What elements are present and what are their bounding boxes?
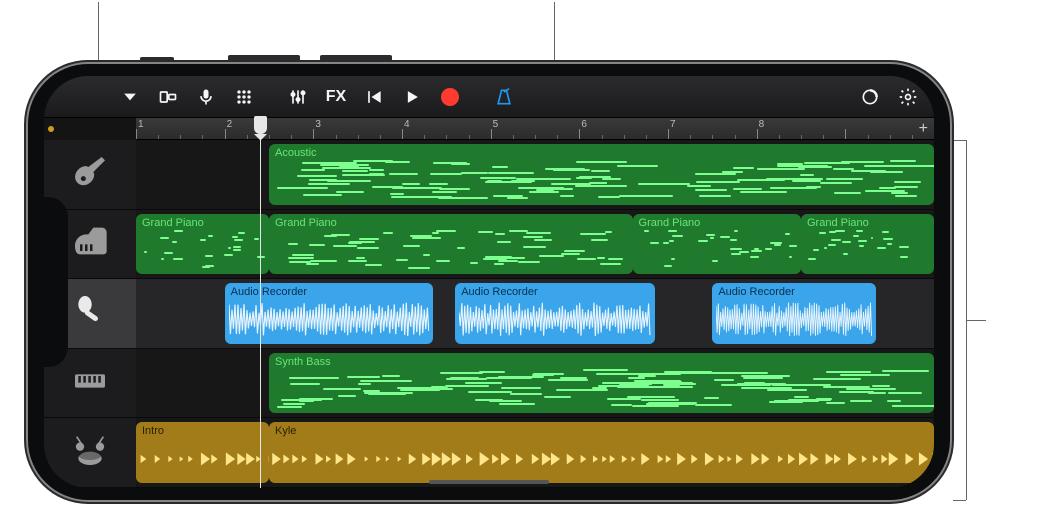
view-menu-button[interactable] <box>114 82 146 112</box>
callout-line <box>953 140 966 141</box>
region-audio[interactable]: Audio Recorder <box>712 283 876 344</box>
record-button[interactable] <box>434 82 466 112</box>
region-audio[interactable]: Audio Recorder <box>455 283 655 344</box>
metronome-button[interactable] <box>488 82 520 112</box>
track-lane[interactable]: Grand Piano Grand Piano Grand Piano Grand P… <box>136 210 934 280</box>
settings-button[interactable] <box>892 82 924 112</box>
go-to-beginning-button[interactable] <box>358 82 390 112</box>
ruler-bar-label: 4 <box>404 119 410 130</box>
region-label: Grand Piano <box>275 217 627 229</box>
notch <box>44 197 68 367</box>
ruler-bar-label: 2 <box>227 119 233 130</box>
loop-browser-button[interactable] <box>854 82 886 112</box>
phone-side-button <box>228 55 300 62</box>
control-bar: FX <box>44 76 934 118</box>
ruler-bar-label: 6 <box>581 119 587 130</box>
region-label: Audio Recorder <box>718 286 870 298</box>
region-label: Acoustic <box>275 147 928 159</box>
playhead-handle[interactable] <box>254 116 267 134</box>
region-midi[interactable]: Grand Piano <box>633 214 801 275</box>
region-midi[interactable]: Synth Bass <box>269 353 934 414</box>
tracks-region-area[interactable]: AcousticGrand PianoGrand PianoGrand Pian… <box>136 140 934 488</box>
region-label: Kyle <box>275 425 928 437</box>
record-icon <box>441 88 459 106</box>
region-midi[interactable]: Grand Piano <box>269 214 633 275</box>
cycle-indicator[interactable] <box>48 126 54 132</box>
track-controls-button[interactable] <box>282 82 314 112</box>
input-mic-button[interactable] <box>190 82 222 112</box>
region-drummer[interactable]: Kyle <box>269 422 934 483</box>
region-label: Grand Piano <box>142 217 263 229</box>
callout-line <box>966 320 986 321</box>
ruler-bar-label: 8 <box>759 119 765 130</box>
region-label: Synth Bass <box>275 356 928 368</box>
ruler-bar-label: 7 <box>670 119 676 130</box>
ruler-bar-label: 1 <box>138 119 144 130</box>
app-screen: FX 1 2 3 4 5 6 7 8 <box>44 76 934 488</box>
track-lane[interactable]: Audio Recorder Audio Recorder Audio Record… <box>136 279 934 349</box>
ruler-bar-label: 3 <box>315 119 321 130</box>
mic-track-icon <box>70 291 110 336</box>
callout-line <box>953 500 966 501</box>
region-midi[interactable]: Grand Piano <box>136 214 269 275</box>
region-label: Grand Piano <box>807 217 928 229</box>
playhead[interactable] <box>260 140 261 488</box>
phone-side-button <box>320 55 392 62</box>
drums-icon <box>70 430 110 475</box>
grid-apps-button[interactable] <box>228 82 260 112</box>
phone-frame: FX 1 2 3 4 5 6 7 8 <box>26 62 952 502</box>
tracks-area: AcousticGrand PianoGrand PianoGrand Pian… <box>44 140 934 488</box>
region-audio[interactable]: Audio Recorder <box>225 283 433 344</box>
region-label: Grand Piano <box>639 217 795 229</box>
home-indicator <box>429 480 549 484</box>
track-lane[interactable]: Synth Bass <box>136 349 934 419</box>
piano-icon <box>70 221 110 266</box>
browser-button[interactable] <box>152 82 184 112</box>
track-lane[interactable]: Acoustic <box>136 140 934 210</box>
region-midi[interactable]: Acoustic <box>269 144 934 205</box>
track-header-drummer[interactable] <box>44 418 136 488</box>
fx-button[interactable]: FX <box>320 82 352 112</box>
region-midi[interactable]: Grand Piano <box>801 214 934 275</box>
region-label: Audio Recorder <box>461 286 649 298</box>
region-label: Intro <box>142 425 263 437</box>
play-button[interactable] <box>396 82 428 112</box>
ruler-bar-label: 5 <box>493 119 499 130</box>
track-lane[interactable]: Intro Kyle <box>136 418 934 488</box>
region-drummer[interactable]: Intro <box>136 422 269 483</box>
guitar-icon <box>70 152 110 197</box>
keyboard-icon <box>70 361 110 406</box>
add-section-button[interactable]: + <box>919 120 928 138</box>
